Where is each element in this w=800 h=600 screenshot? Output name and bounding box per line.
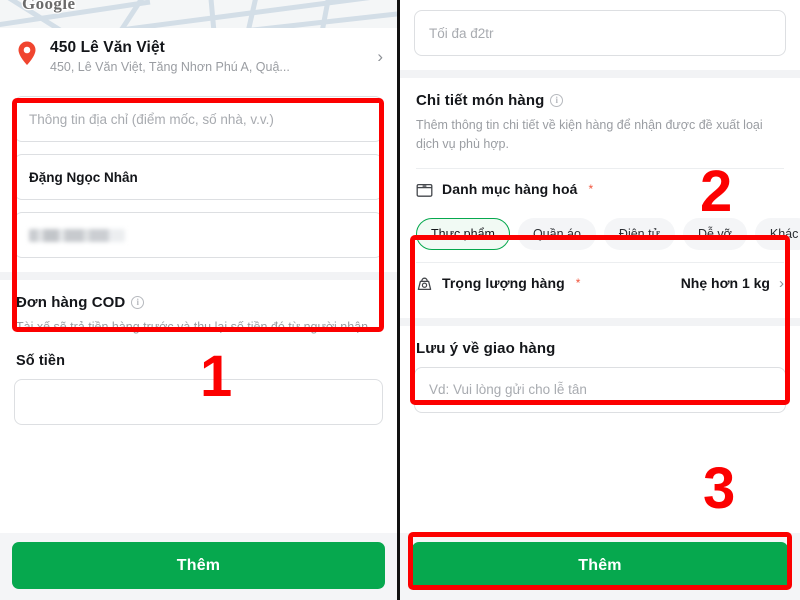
address-title: 450 Lê Văn Việt: [50, 39, 165, 56]
weight-scale-icon: [416, 275, 433, 292]
address-detail-input[interactable]: Thông tin địa chỉ (điểm mốc, số nhà, v.v…: [14, 96, 383, 143]
required-mark: *: [588, 182, 594, 196]
delivery-note-label: Lưu ý về giao hàng: [416, 339, 556, 357]
cod-title: Đơn hàng COD: [16, 294, 126, 312]
contact-name-value: Đặng Ngọc Nhân: [29, 169, 138, 185]
info-icon[interactable]: i: [550, 94, 564, 107]
category-label: Danh mục hàng hoá: [442, 181, 578, 197]
cod-title-row: Đơn hàng COD i: [16, 294, 381, 311]
chevron-right-icon[interactable]: ›: [779, 275, 784, 292]
annotation-number-3: 3: [703, 456, 736, 521]
required-mark-weight: *: [575, 276, 581, 290]
contact-name-input[interactable]: Đặng Ngọc Nhân: [14, 154, 383, 201]
category-chip-group: Thực phẩm Quần áo Điện tử Dễ vỡ Khác: [400, 210, 800, 262]
cod-section: Đơn hàng COD i Tài xế sẽ trả tiền hàng t…: [0, 280, 397, 369]
amount-input[interactable]: Tối đa đ2tr: [414, 10, 786, 56]
address-header[interactable]: 450 Lê Văn Việt 450, Lê Văn Việt, Tăng N…: [0, 28, 397, 87]
left-phone-screen: Google 450 Lê Văn Việt 450, Lê Văn Việt,…: [0, 0, 397, 600]
address-subtitle: 450, Lê Văn Việt, Tăng Nhơn Phú A, Quậ..…: [50, 60, 290, 75]
phone-number-redacted: [29, 228, 125, 242]
item-details-section: Chi tiết món hàng i Thêm thông tin chi t…: [400, 78, 800, 154]
address-texts: 450 Lê Văn Việt 450, Lê Văn Việt, Tăng N…: [50, 38, 365, 74]
cod-amount-input[interactable]: [14, 379, 383, 426]
tutorial-screenshot: Google 450 Lê Văn Việt 450, Lê Văn Việt,…: [0, 0, 800, 600]
cod-description: Tài xế sẽ trả tiền hàng trước và thu lại…: [16, 320, 372, 335]
weight-row[interactable]: Trọng lượng hàng * Nhẹ hơn 1 kg ›: [400, 262, 800, 304]
category-chip-quan-ao[interactable]: Quần áo: [517, 217, 596, 250]
section-divider-right-2: [400, 317, 800, 326]
info-icon[interactable]: i: [131, 296, 145, 310]
item-details-title: Chi tiết món hàng: [416, 92, 545, 109]
add-button[interactable]: Thêm: [412, 542, 788, 589]
item-details-description: Thêm thông tin chi tiết về kiện hàng để …: [416, 118, 763, 151]
address-detail-placeholder: Thông tin địa chỉ (điểm mốc, số nhà, v.v…: [29, 111, 274, 127]
section-divider-right: [400, 70, 800, 78]
weight-value: Nhẹ hơn 1 kg: [680, 275, 770, 291]
amount-placeholder: Tối đa đ2tr: [429, 25, 494, 41]
map-strip[interactable]: Google: [0, 0, 397, 28]
map-pin-icon: [16, 40, 38, 73]
category-chip-khac[interactable]: Khác: [754, 217, 800, 250]
google-maps-logo: Google: [21, 0, 77, 14]
amount-label: Số tiền: [16, 353, 66, 370]
category-label-row: Danh mục hàng hoá *: [400, 168, 800, 210]
add-button[interactable]: Thêm: [12, 542, 385, 589]
right-cta-bar: Thêm: [400, 533, 800, 600]
weight-label: Trọng lượng hàng: [442, 275, 565, 291]
delivery-note-input[interactable]: Vd: Vui lòng gửi cho lễ tân: [414, 366, 786, 413]
chevron-right-icon[interactable]: ›: [377, 48, 383, 65]
phone-number-input[interactable]: [14, 212, 383, 259]
delivery-note-section: Lưu ý về giao hàng: [400, 326, 800, 357]
right-phone-screen: Tối đa đ2tr Chi tiết món hàng i Thêm thô…: [400, 0, 800, 600]
section-divider: [0, 272, 397, 281]
item-details-title-row: Chi tiết món hàng i: [416, 92, 784, 109]
category-chip-dien-tu[interactable]: Điện tử: [603, 217, 675, 250]
package-box-icon: [416, 181, 433, 198]
category-chip-de-vo[interactable]: Dễ vỡ: [682, 217, 747, 250]
delivery-note-placeholder: Vd: Vui lòng gửi cho lễ tân: [429, 382, 587, 397]
left-cta-bar: Thêm: [0, 533, 397, 600]
category-chip-thuc-pham[interactable]: Thực phẩm: [416, 217, 510, 250]
